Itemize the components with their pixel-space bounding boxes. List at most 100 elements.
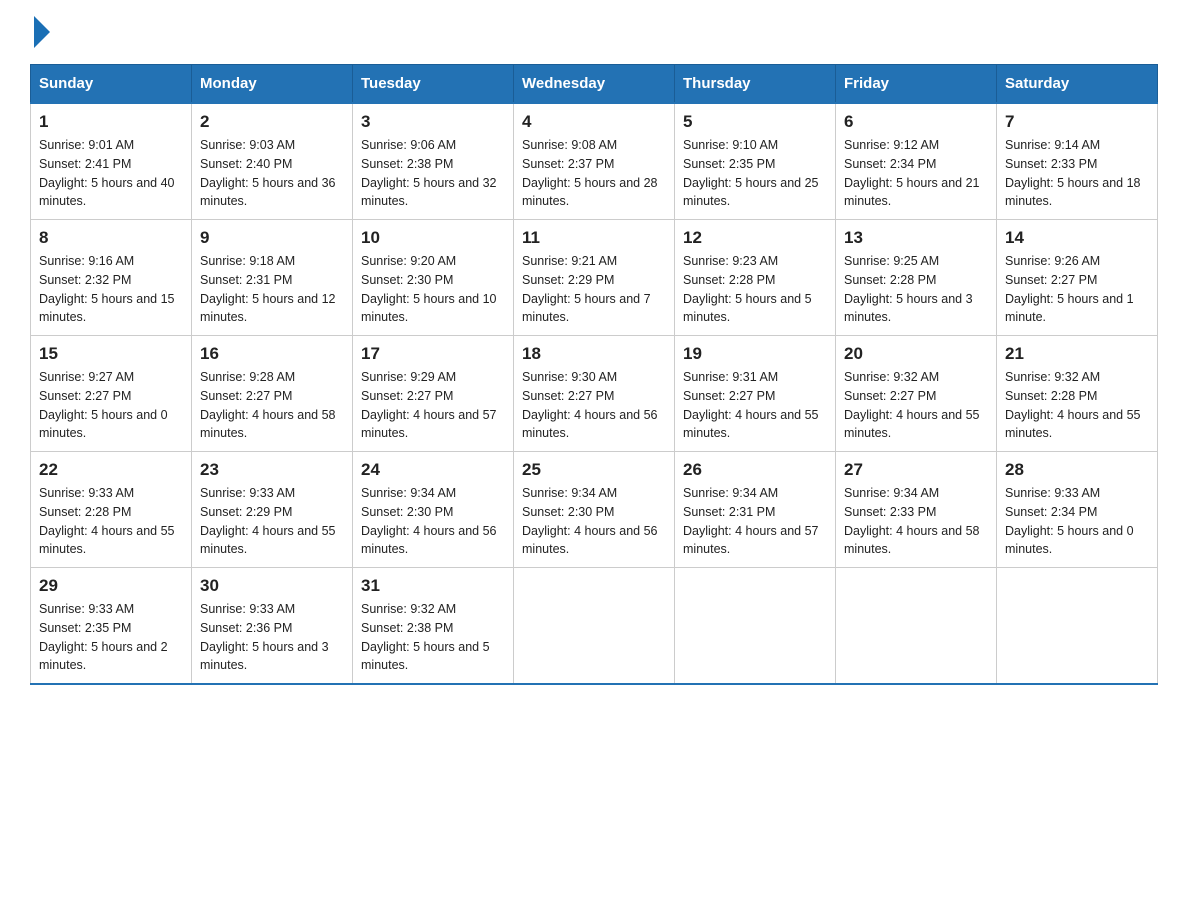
calendar-week-row: 1 Sunrise: 9:01 AMSunset: 2:41 PMDaylight… (31, 103, 1158, 220)
day-number: 11 (522, 228, 666, 248)
day-info: Sunrise: 9:28 AMSunset: 2:27 PMDaylight:… (200, 368, 344, 443)
calendar-cell: 31 Sunrise: 9:32 AMSunset: 2:38 PMDayligh… (353, 568, 514, 685)
day-info: Sunrise: 9:29 AMSunset: 2:27 PMDaylight:… (361, 368, 505, 443)
calendar-cell: 24 Sunrise: 9:34 AMSunset: 2:30 PMDayligh… (353, 452, 514, 568)
calendar-cell: 28 Sunrise: 9:33 AMSunset: 2:34 PMDayligh… (997, 452, 1158, 568)
calendar-cell: 1 Sunrise: 9:01 AMSunset: 2:41 PMDaylight… (31, 103, 192, 220)
day-info: Sunrise: 9:01 AMSunset: 2:41 PMDaylight:… (39, 136, 183, 211)
day-number: 1 (39, 112, 183, 132)
day-info: Sunrise: 9:18 AMSunset: 2:31 PMDaylight:… (200, 252, 344, 327)
day-info: Sunrise: 9:34 AMSunset: 2:31 PMDaylight:… (683, 484, 827, 559)
day-info: Sunrise: 9:34 AMSunset: 2:33 PMDaylight:… (844, 484, 988, 559)
day-info: Sunrise: 9:14 AMSunset: 2:33 PMDaylight:… (1005, 136, 1149, 211)
calendar-cell: 3Sunrise: 9:06 AMSunset: 2:38 PMDaylight… (353, 103, 514, 220)
day-number: 12 (683, 228, 827, 248)
calendar-cell: 27 Sunrise: 9:34 AMSunset: 2:33 PMDayligh… (836, 452, 997, 568)
logo-arrow-icon (34, 16, 50, 48)
day-number: 3 (361, 112, 505, 132)
day-number: 16 (200, 344, 344, 364)
calendar-cell: 19 Sunrise: 9:31 AMSunset: 2:27 PMDayligh… (675, 336, 836, 452)
day-number: 26 (683, 460, 827, 480)
calendar-cell: 29 Sunrise: 9:33 AMSunset: 2:35 PMDayligh… (31, 568, 192, 685)
day-info: Sunrise: 9:34 AMSunset: 2:30 PMDaylight:… (522, 484, 666, 559)
calendar-cell: 20 Sunrise: 9:32 AMSunset: 2:27 PMDayligh… (836, 336, 997, 452)
day-number: 29 (39, 576, 183, 596)
day-info: Sunrise: 9:25 AMSunset: 2:28 PMDaylight:… (844, 252, 988, 327)
calendar-cell: 30 Sunrise: 9:33 AMSunset: 2:36 PMDayligh… (192, 568, 353, 685)
day-info: Sunrise: 9:12 AMSunset: 2:34 PMDaylight:… (844, 136, 988, 211)
day-number: 6 (844, 112, 988, 132)
day-info: Sunrise: 9:33 AMSunset: 2:34 PMDaylight:… (1005, 484, 1149, 559)
day-number: 14 (1005, 228, 1149, 248)
calendar-cell: 16 Sunrise: 9:28 AMSunset: 2:27 PMDayligh… (192, 336, 353, 452)
day-number: 28 (1005, 460, 1149, 480)
calendar-cell: 25Sunrise: 9:34 AMSunset: 2:30 PMDayligh… (514, 452, 675, 568)
calendar-cell: 26 Sunrise: 9:34 AMSunset: 2:31 PMDayligh… (675, 452, 836, 568)
day-number: 19 (683, 344, 827, 364)
day-info: Sunrise: 9:32 AMSunset: 2:27 PMDaylight:… (844, 368, 988, 443)
calendar-header-friday: Friday (836, 65, 997, 104)
calendar-cell: 21Sunrise: 9:32 AMSunset: 2:28 PMDayligh… (997, 336, 1158, 452)
day-number: 5 (683, 112, 827, 132)
calendar-cell: 7 Sunrise: 9:14 AMSunset: 2:33 PMDaylight… (997, 103, 1158, 220)
calendar-cell (675, 568, 836, 685)
day-number: 8 (39, 228, 183, 248)
calendar-header-sunday: Sunday (31, 65, 192, 104)
day-number: 13 (844, 228, 988, 248)
day-info: Sunrise: 9:33 AMSunset: 2:29 PMDaylight:… (200, 484, 344, 559)
calendar-week-row: 8 Sunrise: 9:16 AMSunset: 2:32 PMDaylight… (31, 220, 1158, 336)
calendar-header-monday: Monday (192, 65, 353, 104)
day-info: Sunrise: 9:08 AMSunset: 2:37 PMDaylight:… (522, 136, 666, 211)
calendar-week-row: 22 Sunrise: 9:33 AMSunset: 2:28 PMDayligh… (31, 452, 1158, 568)
day-number: 22 (39, 460, 183, 480)
calendar-cell: 2Sunrise: 9:03 AMSunset: 2:40 PMDaylight… (192, 103, 353, 220)
calendar-cell: 23 Sunrise: 9:33 AMSunset: 2:29 PMDayligh… (192, 452, 353, 568)
day-info: Sunrise: 9:34 AMSunset: 2:30 PMDaylight:… (361, 484, 505, 559)
calendar-header-thursday: Thursday (675, 65, 836, 104)
day-number: 27 (844, 460, 988, 480)
day-info: Sunrise: 9:16 AMSunset: 2:32 PMDaylight:… (39, 252, 183, 327)
day-number: 23 (200, 460, 344, 480)
day-info: Sunrise: 9:26 AMSunset: 2:27 PMDaylight:… (1005, 252, 1149, 327)
day-info: Sunrise: 9:23 AMSunset: 2:28 PMDaylight:… (683, 252, 827, 327)
calendar-header-saturday: Saturday (997, 65, 1158, 104)
day-info: Sunrise: 9:20 AMSunset: 2:30 PMDaylight:… (361, 252, 505, 327)
day-number: 24 (361, 460, 505, 480)
calendar-cell: 17 Sunrise: 9:29 AMSunset: 2:27 PMDayligh… (353, 336, 514, 452)
day-number: 31 (361, 576, 505, 596)
calendar-cell: 18 Sunrise: 9:30 AMSunset: 2:27 PMDayligh… (514, 336, 675, 452)
logo (30, 20, 50, 44)
day-info: Sunrise: 9:33 AMSunset: 2:35 PMDaylight:… (39, 600, 183, 675)
page-header (30, 20, 1158, 44)
calendar-cell (514, 568, 675, 685)
calendar-header-tuesday: Tuesday (353, 65, 514, 104)
calendar-cell: 22 Sunrise: 9:33 AMSunset: 2:28 PMDayligh… (31, 452, 192, 568)
day-info: Sunrise: 9:33 AMSunset: 2:36 PMDaylight:… (200, 600, 344, 675)
calendar-cell: 6 Sunrise: 9:12 AMSunset: 2:34 PMDaylight… (836, 103, 997, 220)
day-info: Sunrise: 9:27 AMSunset: 2:27 PMDaylight:… (39, 368, 183, 443)
day-number: 10 (361, 228, 505, 248)
calendar-cell: 4Sunrise: 9:08 AMSunset: 2:37 PMDaylight… (514, 103, 675, 220)
day-info: Sunrise: 9:10 AMSunset: 2:35 PMDaylight:… (683, 136, 827, 211)
day-number: 18 (522, 344, 666, 364)
day-info: Sunrise: 9:32 AMSunset: 2:38 PMDaylight:… (361, 600, 505, 675)
day-number: 7 (1005, 112, 1149, 132)
day-info: Sunrise: 9:03 AMSunset: 2:40 PMDaylight:… (200, 136, 344, 211)
day-number: 15 (39, 344, 183, 364)
calendar-header-wednesday: Wednesday (514, 65, 675, 104)
calendar-header-row: SundayMondayTuesdayWednesdayThursdayFrid… (31, 65, 1158, 104)
calendar-cell: 8 Sunrise: 9:16 AMSunset: 2:32 PMDaylight… (31, 220, 192, 336)
day-info: Sunrise: 9:30 AMSunset: 2:27 PMDaylight:… (522, 368, 666, 443)
day-number: 30 (200, 576, 344, 596)
calendar-cell (836, 568, 997, 685)
calendar-table: SundayMondayTuesdayWednesdayThursdayFrid… (30, 64, 1158, 685)
day-info: Sunrise: 9:31 AMSunset: 2:27 PMDaylight:… (683, 368, 827, 443)
calendar-cell: 14 Sunrise: 9:26 AMSunset: 2:27 PMDayligh… (997, 220, 1158, 336)
day-number: 17 (361, 344, 505, 364)
day-number: 20 (844, 344, 988, 364)
calendar-cell: 15 Sunrise: 9:27 AMSunset: 2:27 PMDayligh… (31, 336, 192, 452)
calendar-cell: 10 Sunrise: 9:20 AMSunset: 2:30 PMDayligh… (353, 220, 514, 336)
calendar-cell: 12 Sunrise: 9:23 AMSunset: 2:28 PMDayligh… (675, 220, 836, 336)
calendar-cell: 11Sunrise: 9:21 AMSunset: 2:29 PMDayligh… (514, 220, 675, 336)
day-info: Sunrise: 9:33 AMSunset: 2:28 PMDaylight:… (39, 484, 183, 559)
